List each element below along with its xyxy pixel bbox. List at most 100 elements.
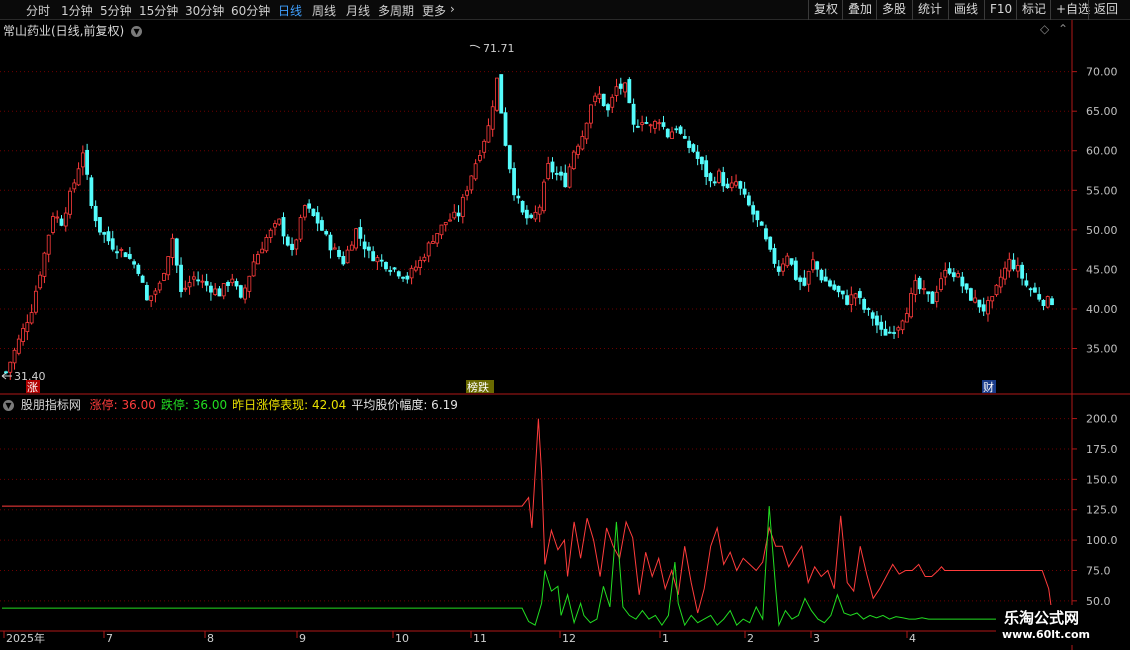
candle-body xyxy=(490,106,495,130)
candle-body xyxy=(123,252,128,258)
chevron-up-icon[interactable]: ⌃ xyxy=(1058,22,1068,36)
candle-body xyxy=(529,214,534,218)
period-tab-1[interactable]: 1分钟 xyxy=(61,2,93,19)
indicator-value-2: 昨日涨停表现: 42.04 xyxy=(232,398,347,412)
candle-body xyxy=(524,209,529,219)
tool-button-6[interactable]: 标记 xyxy=(1016,0,1051,20)
candle-body xyxy=(384,261,388,270)
candle-body xyxy=(828,280,832,287)
candle-body xyxy=(1041,299,1046,306)
date-tick-label: 9 xyxy=(299,632,306,645)
period-tab-4[interactable]: 30分钟 xyxy=(185,2,224,19)
period-tab-5[interactable]: 60分钟 xyxy=(231,2,270,19)
candle-body xyxy=(247,275,252,292)
diamond-icon[interactable]: ◇ xyxy=(1040,22,1049,36)
candle-body xyxy=(1033,287,1037,293)
candle-body xyxy=(371,251,376,262)
candle-body xyxy=(589,104,593,124)
price-tick-label: 65.00 xyxy=(1086,105,1118,118)
candle-body xyxy=(968,288,973,301)
candle-body xyxy=(956,273,960,278)
candle-body xyxy=(648,124,653,127)
chevron-down-icon[interactable]: ▼ xyxy=(3,400,14,411)
period-tab-3[interactable]: 15分钟 xyxy=(139,2,178,19)
date-tick-label: 2025年 xyxy=(6,631,45,645)
candle-body xyxy=(926,291,931,295)
candle-body xyxy=(904,313,909,323)
candle-body xyxy=(986,300,990,315)
tool-button-1[interactable]: 叠加 xyxy=(842,0,877,20)
chevron-right-icon[interactable]: › xyxy=(450,2,455,16)
candle-body xyxy=(277,218,282,225)
candle-body xyxy=(153,290,158,295)
candle-body xyxy=(388,270,393,272)
period-tab-2[interactable]: 5分钟 xyxy=(100,2,132,19)
candle-body xyxy=(413,266,418,271)
period-tab-7[interactable]: 周线 xyxy=(312,2,336,19)
candle-body xyxy=(136,264,141,274)
candle-body xyxy=(576,145,580,155)
candle-body xyxy=(550,161,555,173)
high-price-label: 71.71 xyxy=(483,42,515,55)
candle-body xyxy=(644,122,649,124)
candle-body xyxy=(866,308,871,310)
tag-right-text: 财 xyxy=(983,380,994,394)
candle-body xyxy=(845,295,849,305)
period-tab-0[interactable]: 分时 xyxy=(26,2,50,19)
candle-body xyxy=(1011,259,1016,270)
candle-body xyxy=(917,277,922,290)
candle-body xyxy=(213,288,218,295)
period-tab-10[interactable]: 更多 xyxy=(422,2,446,19)
candle-body xyxy=(776,266,781,272)
candle-body xyxy=(460,196,465,217)
candle-body xyxy=(802,277,807,286)
candle-body xyxy=(354,228,358,249)
date-tick-label: 8 xyxy=(207,632,214,645)
candle-body xyxy=(76,168,81,186)
period-tab-8[interactable]: 月线 xyxy=(346,2,370,19)
candle-body xyxy=(793,260,798,280)
candle-body xyxy=(209,285,213,293)
candle-body xyxy=(478,155,482,161)
candle-body xyxy=(106,231,111,242)
tool-button-8[interactable]: 返回 xyxy=(1088,0,1123,20)
candle-body xyxy=(191,276,196,280)
indicator-values: 涨停: 36.00 跌停: 36.00 昨日涨停表现: 42.04 平均股价幅度: 6… xyxy=(85,398,458,412)
candle-body xyxy=(486,125,491,143)
candle-body xyxy=(38,274,43,289)
candle-body xyxy=(55,216,60,219)
candle-body xyxy=(542,181,546,212)
period-tab-9[interactable]: 多周期 xyxy=(378,2,414,19)
candle-body xyxy=(618,83,623,89)
candle-body xyxy=(751,205,756,215)
candle-body xyxy=(691,144,696,152)
high-pointer xyxy=(469,44,481,49)
candle-body xyxy=(759,221,764,226)
candle-body xyxy=(909,293,914,318)
tool-button-3[interactable]: 统计 xyxy=(912,0,947,20)
chevron-down-icon[interactable]: ▼ xyxy=(131,26,143,37)
candle-body xyxy=(734,181,738,186)
period-tab-6[interactable]: 日线 xyxy=(278,2,302,19)
date-tick-label: 2 xyxy=(747,632,754,645)
candle-body xyxy=(836,285,841,293)
tool-button-0[interactable]: 复权 xyxy=(808,0,843,20)
indicator-value-0: 涨停: 36.00 xyxy=(89,398,156,412)
candle-body xyxy=(328,234,333,251)
candle-body xyxy=(311,208,316,217)
candle-body xyxy=(110,238,115,250)
tool-button-4[interactable]: 画线 xyxy=(948,0,983,20)
candle-body xyxy=(196,279,201,282)
candle-body xyxy=(102,232,107,235)
tool-button-5[interactable]: F10 xyxy=(984,0,1017,20)
candle-body xyxy=(127,253,132,259)
candle-body xyxy=(721,172,726,187)
candle-body xyxy=(315,212,320,224)
price-tick-label: 55.00 xyxy=(1086,184,1118,197)
candle-body xyxy=(448,219,452,222)
tool-button-2[interactable]: 多股 xyxy=(876,0,911,20)
candle-body xyxy=(426,242,431,257)
candle-body xyxy=(606,104,610,111)
candle-body xyxy=(973,297,978,303)
candle-body xyxy=(900,320,905,331)
